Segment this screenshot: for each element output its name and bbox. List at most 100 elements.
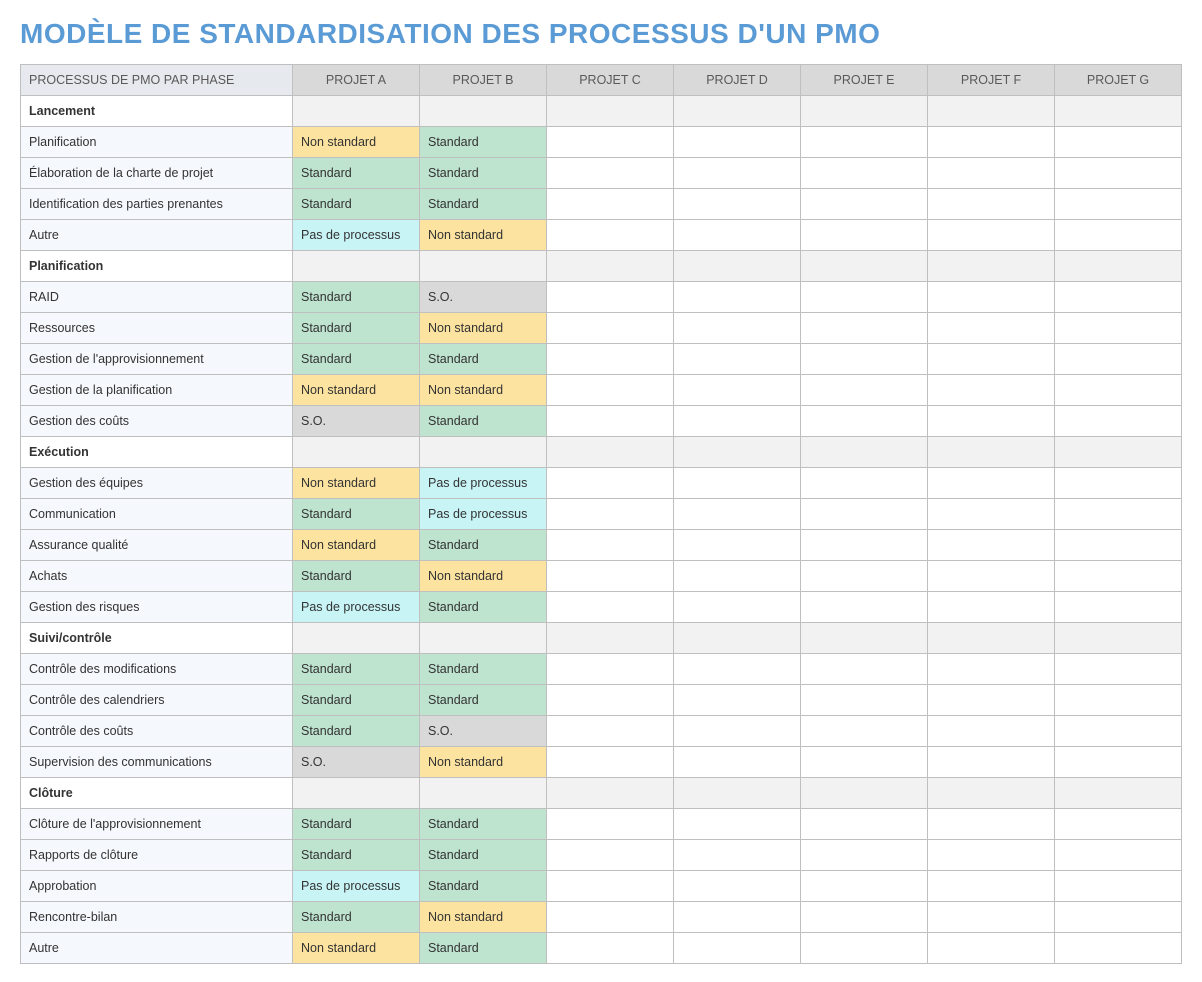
status-cell[interactable] bbox=[928, 747, 1055, 778]
status-cell[interactable]: Pas de processus bbox=[420, 499, 547, 530]
status-cell[interactable] bbox=[928, 933, 1055, 964]
status-cell[interactable] bbox=[1055, 716, 1182, 747]
status-cell[interactable] bbox=[547, 809, 674, 840]
status-cell[interactable] bbox=[1055, 375, 1182, 406]
status-cell[interactable] bbox=[928, 375, 1055, 406]
status-cell[interactable] bbox=[1055, 313, 1182, 344]
status-cell[interactable] bbox=[1055, 685, 1182, 716]
status-cell[interactable]: Non standard bbox=[293, 530, 420, 561]
status-cell[interactable]: Non standard bbox=[420, 561, 547, 592]
status-cell[interactable]: Non standard bbox=[420, 902, 547, 933]
status-cell[interactable]: Standard bbox=[293, 685, 420, 716]
status-cell[interactable] bbox=[928, 592, 1055, 623]
status-cell[interactable] bbox=[1055, 871, 1182, 902]
status-cell[interactable]: Pas de processus bbox=[293, 220, 420, 251]
status-cell[interactable] bbox=[674, 592, 801, 623]
status-cell[interactable] bbox=[547, 499, 674, 530]
status-cell[interactable] bbox=[928, 468, 1055, 499]
status-cell[interactable]: Standard bbox=[420, 592, 547, 623]
status-cell[interactable] bbox=[674, 809, 801, 840]
status-cell[interactable] bbox=[928, 561, 1055, 592]
status-cell[interactable]: Non standard bbox=[420, 375, 547, 406]
status-cell[interactable]: Standard bbox=[293, 716, 420, 747]
status-cell[interactable] bbox=[547, 871, 674, 902]
status-cell[interactable] bbox=[547, 158, 674, 189]
status-cell[interactable] bbox=[674, 375, 801, 406]
status-cell[interactable] bbox=[674, 282, 801, 313]
status-cell[interactable] bbox=[928, 189, 1055, 220]
status-cell[interactable] bbox=[801, 809, 928, 840]
status-cell[interactable] bbox=[1055, 220, 1182, 251]
status-cell[interactable]: Standard bbox=[293, 313, 420, 344]
status-cell[interactable] bbox=[928, 406, 1055, 437]
status-cell[interactable] bbox=[674, 840, 801, 871]
status-cell[interactable] bbox=[801, 871, 928, 902]
status-cell[interactable] bbox=[801, 220, 928, 251]
status-cell[interactable] bbox=[547, 933, 674, 964]
status-cell[interactable] bbox=[928, 902, 1055, 933]
status-cell[interactable] bbox=[801, 933, 928, 964]
status-cell[interactable] bbox=[928, 871, 1055, 902]
status-cell[interactable] bbox=[801, 685, 928, 716]
status-cell[interactable] bbox=[547, 127, 674, 158]
status-cell[interactable] bbox=[928, 313, 1055, 344]
status-cell[interactable] bbox=[928, 158, 1055, 189]
status-cell[interactable] bbox=[801, 902, 928, 933]
status-cell[interactable] bbox=[674, 220, 801, 251]
status-cell[interactable] bbox=[801, 840, 928, 871]
status-cell[interactable] bbox=[547, 592, 674, 623]
status-cell[interactable] bbox=[547, 375, 674, 406]
status-cell[interactable] bbox=[547, 902, 674, 933]
status-cell[interactable]: Non standard bbox=[293, 375, 420, 406]
status-cell[interactable] bbox=[674, 561, 801, 592]
status-cell[interactable] bbox=[1055, 499, 1182, 530]
status-cell[interactable] bbox=[674, 747, 801, 778]
status-cell[interactable]: Standard bbox=[293, 902, 420, 933]
status-cell[interactable]: Non standard bbox=[293, 468, 420, 499]
status-cell[interactable] bbox=[1055, 902, 1182, 933]
status-cell[interactable]: Standard bbox=[293, 189, 420, 220]
status-cell[interactable] bbox=[928, 282, 1055, 313]
status-cell[interactable] bbox=[547, 406, 674, 437]
status-cell[interactable]: Standard bbox=[420, 654, 547, 685]
status-cell[interactable]: Standard bbox=[420, 685, 547, 716]
status-cell[interactable] bbox=[801, 499, 928, 530]
status-cell[interactable] bbox=[674, 127, 801, 158]
status-cell[interactable]: Standard bbox=[293, 654, 420, 685]
status-cell[interactable] bbox=[674, 406, 801, 437]
status-cell[interactable] bbox=[801, 716, 928, 747]
status-cell[interactable] bbox=[928, 685, 1055, 716]
status-cell[interactable]: Standard bbox=[293, 840, 420, 871]
status-cell[interactable] bbox=[801, 344, 928, 375]
status-cell[interactable] bbox=[674, 313, 801, 344]
status-cell[interactable] bbox=[801, 561, 928, 592]
status-cell[interactable] bbox=[1055, 189, 1182, 220]
status-cell[interactable]: Standard bbox=[420, 530, 547, 561]
status-cell[interactable] bbox=[1055, 654, 1182, 685]
status-cell[interactable]: Standard bbox=[420, 158, 547, 189]
status-cell[interactable] bbox=[674, 499, 801, 530]
status-cell[interactable]: Non standard bbox=[420, 747, 547, 778]
status-cell[interactable] bbox=[547, 530, 674, 561]
status-cell[interactable] bbox=[1055, 933, 1182, 964]
status-cell[interactable]: Standard bbox=[420, 406, 547, 437]
status-cell[interactable] bbox=[674, 158, 801, 189]
status-cell[interactable]: Standard bbox=[420, 840, 547, 871]
status-cell[interactable] bbox=[928, 499, 1055, 530]
status-cell[interactable] bbox=[1055, 561, 1182, 592]
status-cell[interactable] bbox=[928, 654, 1055, 685]
status-cell[interactable] bbox=[801, 592, 928, 623]
status-cell[interactable] bbox=[674, 344, 801, 375]
status-cell[interactable] bbox=[674, 530, 801, 561]
status-cell[interactable] bbox=[1055, 344, 1182, 375]
status-cell[interactable] bbox=[547, 344, 674, 375]
status-cell[interactable]: Standard bbox=[420, 933, 547, 964]
status-cell[interactable] bbox=[674, 871, 801, 902]
status-cell[interactable]: Standard bbox=[293, 158, 420, 189]
status-cell[interactable] bbox=[928, 840, 1055, 871]
status-cell[interactable] bbox=[1055, 840, 1182, 871]
status-cell[interactable] bbox=[801, 282, 928, 313]
status-cell[interactable] bbox=[1055, 127, 1182, 158]
status-cell[interactable] bbox=[801, 127, 928, 158]
status-cell[interactable] bbox=[801, 654, 928, 685]
